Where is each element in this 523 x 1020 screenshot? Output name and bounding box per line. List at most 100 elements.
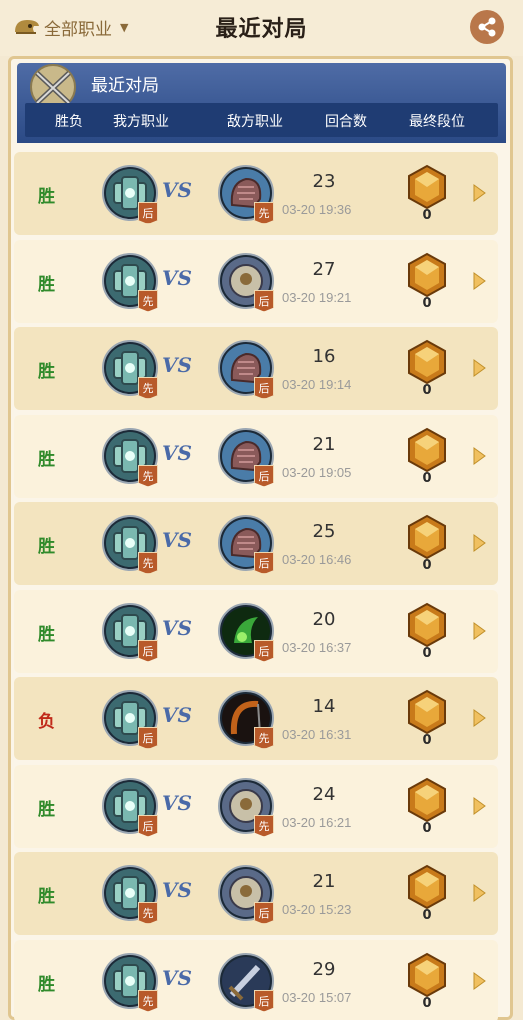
rounds-count: 16 xyxy=(312,346,336,367)
match-result: 胜 xyxy=(38,537,55,557)
match-time: 03-20 19:14 xyxy=(282,377,352,392)
match-result: 胜 xyxy=(38,274,55,295)
match-time: 03-20 16:37 xyxy=(282,639,352,655)
play-arrow-icon[interactable] xyxy=(472,621,486,640)
my-turn-order-badge: 先 xyxy=(138,377,158,399)
vs-label: VS xyxy=(162,878,192,902)
match-time: 03-20 16:21 xyxy=(282,814,352,830)
rank-value: 0 xyxy=(422,908,432,923)
match-time: 03-20 19:21 xyxy=(282,289,352,305)
rounds-count: 25 xyxy=(312,521,336,542)
vs-label: VS xyxy=(162,965,192,990)
rounds-count: 23 xyxy=(312,171,336,192)
match-row[interactable]: 胜后 VS 后 20 03-20 16:37 0 xyxy=(14,589,498,673)
enemy-turn-order-badge: 后 xyxy=(254,989,274,1012)
rank-value: 0 xyxy=(422,208,432,223)
play-arrow-icon[interactable] xyxy=(472,271,486,290)
match-time: 03-20 19:05 xyxy=(282,464,352,480)
vs-label: VS xyxy=(162,528,192,552)
panel-header: 最近对局 胜负 我方职业 敌方职业 回合数 最终段位 xyxy=(17,63,506,143)
match-result: 胜 xyxy=(38,187,55,207)
my-turn-order-badge: 后 xyxy=(138,727,158,749)
rounds-count: 27 xyxy=(312,258,336,280)
rank-value: 0 xyxy=(422,470,432,486)
match-time: 03-20 15:23 xyxy=(282,902,352,917)
play-arrow-icon[interactable] xyxy=(472,709,486,727)
play-arrow-icon[interactable] xyxy=(472,446,486,465)
col-final-rank: 最终段位 xyxy=(409,114,465,130)
match-row[interactable]: 胜先 VS 后 29 03-20 15:07 0 xyxy=(14,939,498,1020)
col-enemy-class: 敌方职业 xyxy=(227,114,283,130)
rank-gem-icon: 0 xyxy=(406,864,448,923)
rank-value: 0 xyxy=(422,995,432,1011)
rank-gem-icon: 0 xyxy=(406,689,448,748)
rank-gem-icon: 0 xyxy=(406,252,448,311)
match-result: 负 xyxy=(38,712,55,732)
match-row[interactable]: 胜后 VS 先 23 03-20 19:36 0 xyxy=(14,152,498,235)
match-time: 03-20 19:36 xyxy=(282,202,352,217)
vs-label: VS xyxy=(162,440,192,465)
my-turn-order-badge: 后 xyxy=(138,639,158,662)
play-arrow-icon[interactable] xyxy=(472,359,486,377)
match-row[interactable]: 胜先 VS 后 25 03-20 16:46 0 xyxy=(14,502,498,585)
rank-value: 0 xyxy=(422,383,432,398)
rank-value: 0 xyxy=(422,820,432,836)
rank-value: 0 xyxy=(422,645,432,661)
match-time: 03-20 16:46 xyxy=(282,552,352,567)
play-arrow-icon[interactable] xyxy=(472,884,486,902)
col-my-class: 我方职业 xyxy=(113,114,169,130)
match-time: 03-20 15:07 xyxy=(282,989,352,1005)
vs-label: VS xyxy=(162,615,192,640)
panel-title: 最近对局 xyxy=(91,76,159,96)
match-row[interactable]: 胜先 VS 后 16 03-20 19:14 0 xyxy=(14,327,498,410)
vs-label: VS xyxy=(162,178,192,202)
enemy-turn-order-badge: 先 xyxy=(254,814,274,837)
match-row[interactable]: 负后 VS 先 14 03-20 16:31 0 xyxy=(14,677,498,760)
rank-gem-icon: 0 xyxy=(406,952,448,1011)
rounds-count: 21 xyxy=(312,871,336,892)
match-result: 胜 xyxy=(38,887,55,907)
enemy-turn-order-badge: 先 xyxy=(254,727,274,749)
vs-label: VS xyxy=(162,790,192,815)
column-headers: 胜负 我方职业 敌方职业 回合数 最终段位 xyxy=(25,103,498,137)
play-arrow-icon[interactable] xyxy=(472,971,486,990)
my-turn-order-badge: 先 xyxy=(138,552,158,574)
match-row[interactable]: 胜先 VS 后 21 03-20 15:23 0 xyxy=(14,852,498,935)
my-turn-order-badge: 先 xyxy=(138,289,158,312)
enemy-turn-order-badge: 后 xyxy=(254,377,274,399)
my-turn-order-badge: 后 xyxy=(138,202,158,224)
share-button[interactable] xyxy=(470,10,504,44)
match-result: 胜 xyxy=(38,449,55,470)
play-arrow-icon[interactable] xyxy=(472,534,486,552)
rank-value: 0 xyxy=(422,733,432,748)
play-arrow-icon[interactable] xyxy=(472,184,486,202)
my-turn-order-badge: 先 xyxy=(138,464,158,487)
my-turn-order-badge: 先 xyxy=(138,989,158,1012)
enemy-turn-order-badge: 先 xyxy=(254,202,274,224)
rank-gem-icon: 0 xyxy=(406,427,448,486)
play-arrow-icon[interactable] xyxy=(472,796,486,815)
enemy-turn-order-badge: 后 xyxy=(254,289,274,312)
rounds-count: 14 xyxy=(312,696,336,717)
rounds-count: 20 xyxy=(312,608,336,630)
my-turn-order-badge: 先 xyxy=(138,902,158,924)
match-time: 03-20 16:31 xyxy=(282,727,352,742)
rank-gem-icon: 0 xyxy=(406,602,448,661)
top-bar: 全部职业 ▼ 最近对局 xyxy=(0,0,523,56)
rounds-count: 21 xyxy=(312,433,336,455)
rank-gem-icon: 0 xyxy=(406,777,448,836)
match-result: 胜 xyxy=(38,624,55,645)
rank-gem-icon: 0 xyxy=(406,514,448,573)
rounds-count: 24 xyxy=(312,783,336,805)
rounds-count: 29 xyxy=(312,958,336,980)
page-title: 最近对局 xyxy=(215,17,308,42)
rank-gem-icon: 0 xyxy=(406,339,448,398)
match-row[interactable]: 胜先 VS 后 21 03-20 19:05 0 xyxy=(14,414,498,498)
share-icon xyxy=(478,17,496,37)
match-result: 胜 xyxy=(38,362,55,382)
match-row[interactable]: 胜先 VS 后 27 03-20 19:21 0 xyxy=(14,239,498,323)
enemy-turn-order-badge: 后 xyxy=(254,902,274,924)
enemy-turn-order-badge: 后 xyxy=(254,552,274,574)
match-row[interactable]: 胜后 VS 先 24 03-20 16:21 0 xyxy=(14,764,498,848)
rank-value: 0 xyxy=(422,558,432,573)
